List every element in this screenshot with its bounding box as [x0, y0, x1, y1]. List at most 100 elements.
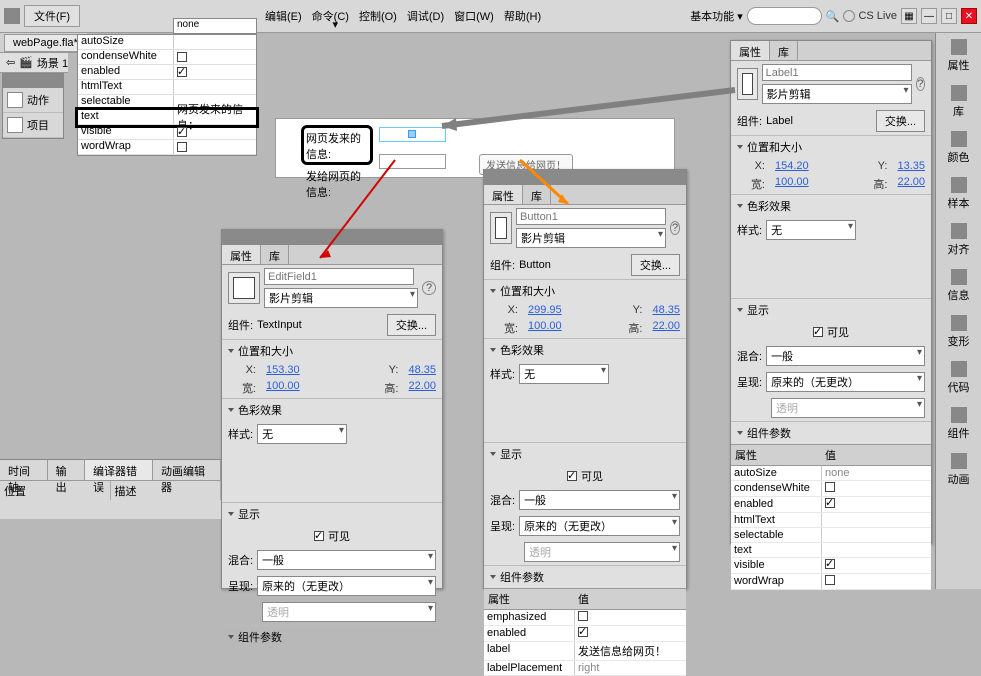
w-value[interactable]: 100.00 — [528, 320, 562, 336]
dock-library[interactable]: 库 — [936, 79, 981, 125]
checkbox[interactable] — [177, 67, 187, 77]
checkbox[interactable] — [825, 559, 835, 569]
project-item[interactable]: 项目 — [3, 113, 63, 138]
disclosure-icon[interactable] — [737, 308, 743, 312]
checkbox[interactable] — [825, 498, 835, 508]
blend-dropdown[interactable]: 一般 — [766, 346, 925, 366]
disclosure-icon[interactable] — [490, 348, 496, 352]
swap-button[interactable]: 交换... — [387, 314, 436, 336]
visible-checkbox[interactable] — [813, 327, 823, 337]
tab-output[interactable]: 输出 — [48, 460, 85, 480]
menu-cmd[interactable]: 命令(C) — [312, 8, 349, 24]
checkbox[interactable] — [825, 482, 835, 492]
cslive-button[interactable]: CS Live — [843, 10, 897, 22]
menu-edit[interactable]: 编辑(E) — [265, 8, 302, 24]
dock-swatches[interactable]: 样本 — [936, 171, 981, 217]
checkbox[interactable] — [825, 575, 835, 585]
y-value[interactable]: 48.35 — [652, 304, 680, 316]
symbol-type-dropdown[interactable]: 影片剪辑 — [264, 288, 418, 308]
h-value[interactable]: 22.00 — [652, 320, 680, 336]
actions-item[interactable]: 动作 — [3, 88, 63, 113]
disclosure-icon[interactable] — [737, 204, 743, 208]
help-icon[interactable]: ? — [916, 77, 925, 91]
dock-info[interactable]: 信息 — [936, 263, 981, 309]
transparency-dropdown[interactable]: 透明 — [262, 602, 436, 622]
transparency-dropdown[interactable]: 透明 — [524, 542, 680, 562]
menu-window[interactable]: 窗口(W) — [454, 8, 494, 24]
param-value[interactable]: right — [574, 661, 686, 675]
file-menu[interactable]: 文件(F) — [24, 5, 80, 27]
dock-props[interactable]: 属性 — [936, 33, 981, 79]
tab-lib[interactable]: 库 — [770, 41, 798, 60]
checkbox[interactable] — [177, 52, 187, 62]
minimize-icon[interactable]: — — [921, 8, 937, 24]
menu-ctrl[interactable]: 控制(O) — [359, 8, 397, 24]
checkbox[interactable] — [177, 127, 187, 137]
tab-motion-editor[interactable]: 动画编辑器 — [153, 460, 221, 480]
dock-align[interactable]: 对齐 — [936, 217, 981, 263]
render-dropdown[interactable]: 原来的（无更改） — [257, 576, 436, 596]
help-icon[interactable]: ? — [422, 281, 436, 295]
disclosure-icon[interactable] — [228, 512, 234, 516]
w-value[interactable]: 100.00 — [775, 176, 809, 192]
close-icon[interactable]: ✕ — [961, 8, 977, 24]
disclosure-icon[interactable] — [490, 575, 496, 579]
h-value[interactable]: 22.00 — [408, 380, 436, 396]
menu-debug[interactable]: 调试(D) — [407, 8, 444, 24]
help-icon[interactable]: ? — [670, 221, 680, 235]
param-value[interactable]: 发送信息给网页！ — [574, 642, 686, 660]
disclosure-icon[interactable] — [737, 431, 743, 435]
transparency-dropdown[interactable]: 透明 — [771, 398, 925, 418]
tab-props[interactable]: 属性 — [484, 185, 523, 204]
menu-help[interactable]: 帮助(H) — [504, 8, 541, 24]
visible-checkbox[interactable] — [567, 471, 577, 481]
overflow-icon[interactable]: ▦ — [901, 8, 917, 24]
style-dropdown[interactable]: 无 — [519, 364, 609, 384]
dock-color[interactable]: 颜色 — [936, 125, 981, 171]
x-value[interactable]: 154.20 — [775, 160, 809, 172]
disclosure-icon[interactable] — [228, 349, 234, 353]
dock-transform[interactable]: 变形 — [936, 309, 981, 355]
dropdown-arrow-icon[interactable]: ▾ — [332, 18, 338, 31]
x-value[interactable]: 299.95 — [528, 304, 562, 316]
tab-lib[interactable]: 库 — [261, 245, 289, 264]
style-dropdown[interactable]: 无 — [766, 220, 856, 240]
stage-textinput-component[interactable] — [379, 154, 446, 169]
x-value[interactable]: 153.30 — [266, 364, 300, 376]
checkbox[interactable] — [177, 142, 187, 152]
render-dropdown[interactable]: 原来的（无更改） — [519, 516, 680, 536]
disclosure-icon[interactable] — [228, 408, 234, 412]
swap-button[interactable]: 交换... — [631, 254, 680, 276]
scene-name[interactable]: 场景 1 — [37, 55, 68, 71]
disclosure-icon[interactable] — [490, 452, 496, 456]
swap-button[interactable]: 交换... — [876, 110, 925, 132]
dock-components[interactable]: 组件 — [936, 401, 981, 447]
tab-props[interactable]: 属性 — [731, 41, 770, 60]
tab-lib[interactable]: 库 — [523, 185, 551, 204]
dock-code[interactable]: 代码 — [936, 355, 981, 401]
instance-name-input[interactable] — [264, 268, 414, 285]
symbol-type-dropdown[interactable]: 影片剪辑 — [516, 228, 666, 248]
tab-props[interactable]: 属性 — [222, 245, 261, 264]
panel-grip[interactable] — [222, 230, 442, 245]
layout-dropdown[interactable]: 基本功能 ▾ — [690, 8, 743, 24]
stage-label-component[interactable] — [379, 127, 446, 142]
search-input[interactable] — [747, 7, 822, 25]
checkbox[interactable] — [578, 627, 588, 637]
doc-tab[interactable]: webPage.fla* — [4, 34, 87, 52]
tab-timeline[interactable]: 时间轴 — [0, 460, 48, 480]
param-value[interactable]: none — [821, 466, 931, 480]
autosize-value-dropdown[interactable]: none — [173, 18, 257, 34]
h-value[interactable]: 22.00 — [897, 176, 925, 192]
param-value[interactable]: 网页发来的信息： — [173, 110, 256, 124]
panel-grip[interactable] — [484, 170, 686, 185]
y-value[interactable]: 48.35 — [408, 364, 436, 376]
instance-name-input[interactable] — [516, 208, 666, 225]
back-icon[interactable]: ⇦ — [6, 56, 15, 69]
disclosure-icon[interactable] — [228, 635, 234, 639]
symbol-type-dropdown[interactable]: 影片剪辑 — [762, 84, 912, 104]
instance-name-input[interactable] — [762, 64, 912, 81]
style-dropdown[interactable]: 无 — [257, 424, 347, 444]
maximize-icon[interactable]: □ — [941, 8, 957, 24]
w-value[interactable]: 100.00 — [266, 380, 300, 396]
